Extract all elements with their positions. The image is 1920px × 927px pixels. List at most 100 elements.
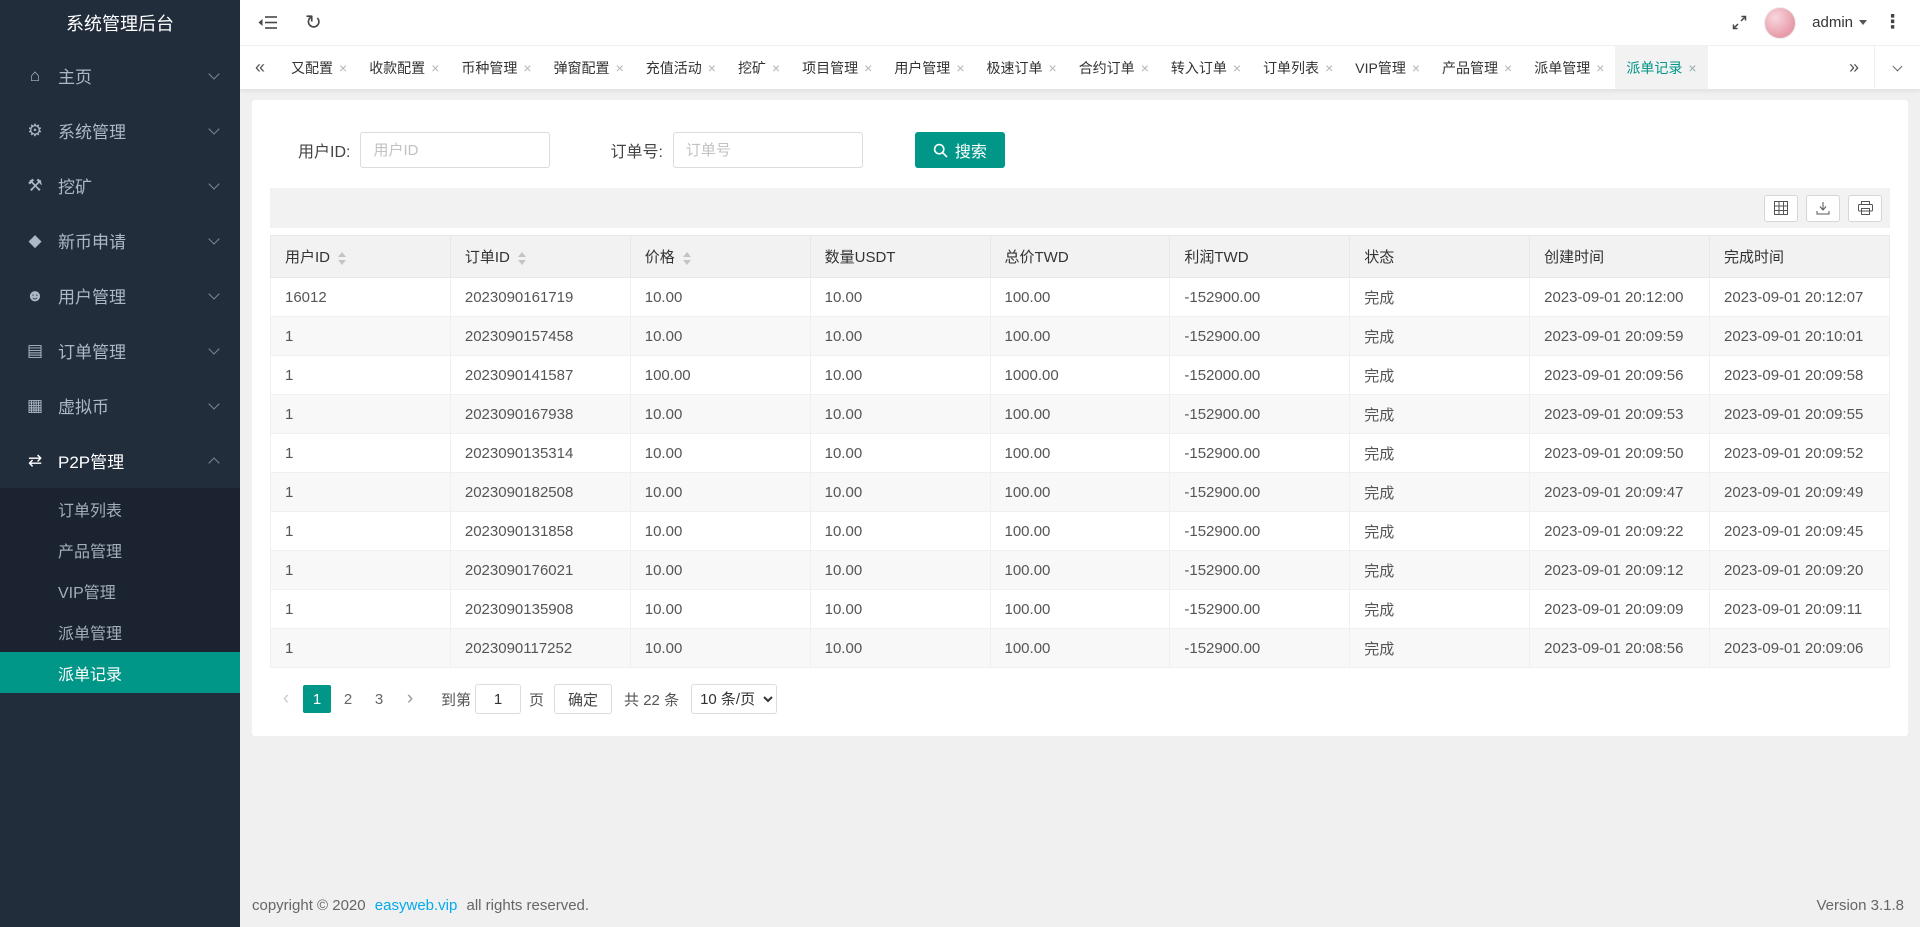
table-header: 用户ID 订单ID 价格 数量USDT 总价TWD 利润TWD 状态 创建时间 … xyxy=(271,236,1890,278)
table-cell: 2023-09-01 20:08:56 xyxy=(1530,629,1710,668)
table-row[interactable]: 1 2023090131858 10.00 10.00 100.00 -1529… xyxy=(271,512,1890,551)
tab-close-icon[interactable]: × xyxy=(1412,60,1420,76)
tab-close-icon[interactable]: × xyxy=(431,60,439,76)
sidebar-item-p2p[interactable]: ⇄ P2P管理 xyxy=(0,433,240,488)
sort-icon[interactable] xyxy=(338,252,346,265)
table-row[interactable]: 1 2023090182508 10.00 10.00 100.00 -1529… xyxy=(271,473,1890,512)
tab-close-icon[interactable]: × xyxy=(1504,60,1512,76)
sidebar-item-mining[interactable]: ⚒ 挖矿 xyxy=(0,158,240,213)
table-row[interactable]: 16012 2023090161719 10.00 10.00 100.00 -… xyxy=(271,278,1890,317)
page-button[interactable]: 1 xyxy=(303,685,331,713)
tab-close-icon[interactable]: × xyxy=(616,60,624,76)
sidebar-item-virtual-coin[interactable]: ▦ 虚拟币 xyxy=(0,378,240,433)
user-menu[interactable]: admin xyxy=(1812,14,1867,31)
tab-close-icon[interactable]: × xyxy=(339,60,347,76)
tab[interactable]: 转入订单 × xyxy=(1160,46,1252,89)
tab[interactable]: 极速订单 × xyxy=(976,46,1068,89)
easyweb-link[interactable]: easyweb.vip xyxy=(375,897,458,914)
submenu-item-order-list[interactable]: 订单列表 xyxy=(0,488,240,529)
refresh-icon[interactable]: ↻ xyxy=(305,10,322,35)
sidebar-item-orders[interactable]: ▤ 订单管理 xyxy=(0,323,240,378)
page-size-select[interactable]: 10 条/页 xyxy=(691,684,777,714)
submenu-item-dispatch-record[interactable]: 派单记录 xyxy=(0,652,240,693)
table-row[interactable]: 1 2023090176021 10.00 10.00 100.00 -1529… xyxy=(271,551,1890,590)
tabs-menu-icon[interactable] xyxy=(1874,46,1920,89)
table-cell: 1 xyxy=(271,512,451,551)
tab[interactable]: 项目管理 × xyxy=(791,46,883,89)
search-icon xyxy=(933,143,948,158)
tab-close-icon[interactable]: × xyxy=(523,60,531,76)
column-header-user-id[interactable]: 用户ID xyxy=(271,236,451,278)
tab-close-icon[interactable]: × xyxy=(708,60,716,76)
table-cell: -152900.00 xyxy=(1170,512,1350,551)
next-page-icon[interactable]: › xyxy=(396,685,424,713)
tab[interactable]: 用户管理 × xyxy=(883,46,975,89)
tab-close-icon[interactable]: × xyxy=(864,60,872,76)
username: admin xyxy=(1812,14,1853,31)
tab[interactable]: 币种管理 × xyxy=(450,46,542,89)
sort-icon[interactable] xyxy=(683,252,691,265)
column-header-created: 创建时间 xyxy=(1530,236,1710,278)
tab-close-icon[interactable]: × xyxy=(1141,60,1149,76)
table-row[interactable]: 1 2023090135908 10.00 10.00 100.00 -1529… xyxy=(271,590,1890,629)
tab[interactable]: 订单列表 × xyxy=(1252,46,1344,89)
tab[interactable]: 收款配置 × xyxy=(358,46,450,89)
tab[interactable]: 弹窗配置 × xyxy=(543,46,635,89)
more-menu-icon[interactable]: ⋮ xyxy=(1883,11,1902,34)
fullscreen-icon[interactable] xyxy=(1731,14,1748,31)
table-row[interactable]: 1 2023090117252 10.00 10.00 100.00 -1529… xyxy=(271,629,1890,668)
submenu-item-dispatch[interactable]: 派单管理 xyxy=(0,611,240,652)
table-cell: 10.00 xyxy=(810,356,990,395)
submenu-item-vip[interactable]: VIP管理 xyxy=(0,570,240,611)
sidebar-item-home[interactable]: ⌂ 主页 xyxy=(0,48,240,103)
tab[interactable]: 派单记录 × xyxy=(1615,46,1707,89)
tab-close-icon[interactable]: × xyxy=(1233,60,1241,76)
sidebar-item-label: 主页 xyxy=(58,63,92,88)
table-cell: 2023090176021 xyxy=(450,551,630,590)
export-icon[interactable] xyxy=(1806,195,1840,222)
submenu-item-product[interactable]: 产品管理 xyxy=(0,529,240,570)
order-no-input[interactable] xyxy=(673,132,863,168)
table-cell: 100.00 xyxy=(990,278,1170,317)
tab-close-icon[interactable]: × xyxy=(1325,60,1333,76)
search-button[interactable]: 搜索 xyxy=(915,132,1005,168)
sidebar-toggle-icon[interactable] xyxy=(258,15,277,30)
tab-close-icon[interactable]: × xyxy=(1596,60,1604,76)
sidebar-item-newcoin[interactable]: ◆ 新币申请 xyxy=(0,213,240,268)
tab-close-icon[interactable]: × xyxy=(956,60,964,76)
column-header-price[interactable]: 价格 xyxy=(630,236,810,278)
sort-icon[interactable] xyxy=(518,252,526,265)
tab[interactable]: 合约订单 × xyxy=(1068,46,1160,89)
sidebar-item-system[interactable]: ⚙ 系统管理 xyxy=(0,103,240,158)
prev-page-icon[interactable]: ‹ xyxy=(272,685,300,713)
tab[interactable]: 充值活动 × xyxy=(635,46,727,89)
tabs-scroll-right-icon[interactable]: » xyxy=(1834,46,1874,89)
print-icon[interactable] xyxy=(1848,195,1882,222)
table-cell: 完成 xyxy=(1350,278,1530,317)
jump-page-input[interactable] xyxy=(475,684,521,714)
user-id-input[interactable] xyxy=(360,132,550,168)
page-button[interactable]: 2 xyxy=(334,685,362,713)
table-row[interactable]: 1 2023090141587 100.00 10.00 1000.00 -15… xyxy=(271,356,1890,395)
confirm-button[interactable]: 确定 xyxy=(554,684,612,714)
table-row[interactable]: 1 2023090167938 10.00 10.00 100.00 -1529… xyxy=(271,395,1890,434)
tab[interactable]: 派单管理 × xyxy=(1523,46,1615,89)
table-row[interactable]: 1 2023090135314 10.00 10.00 100.00 -1529… xyxy=(271,434,1890,473)
tabs-scroll-left-icon[interactable]: « xyxy=(240,46,280,89)
column-header-total: 总价TWD xyxy=(990,236,1170,278)
tab[interactable]: 又配置 × xyxy=(280,46,358,89)
tab-close-icon[interactable]: × xyxy=(772,60,780,76)
tab-close-icon[interactable]: × xyxy=(1688,60,1696,76)
page-button[interactable]: 3 xyxy=(365,685,393,713)
column-header-order-id[interactable]: 订单ID xyxy=(450,236,630,278)
tab[interactable]: 挖矿 × xyxy=(727,46,791,89)
table-cell: 10.00 xyxy=(810,317,990,356)
sidebar-item-users[interactable]: ☻ 用户管理 xyxy=(0,268,240,323)
avatar[interactable] xyxy=(1764,7,1796,39)
table-cell: 2023-09-01 20:12:07 xyxy=(1710,278,1890,317)
columns-icon[interactable] xyxy=(1764,195,1798,222)
table-row[interactable]: 1 2023090157458 10.00 10.00 100.00 -1529… xyxy=(271,317,1890,356)
tab[interactable]: VIP管理 × xyxy=(1344,46,1431,89)
tab[interactable]: 产品管理 × xyxy=(1431,46,1523,89)
tab-close-icon[interactable]: × xyxy=(1049,60,1057,76)
